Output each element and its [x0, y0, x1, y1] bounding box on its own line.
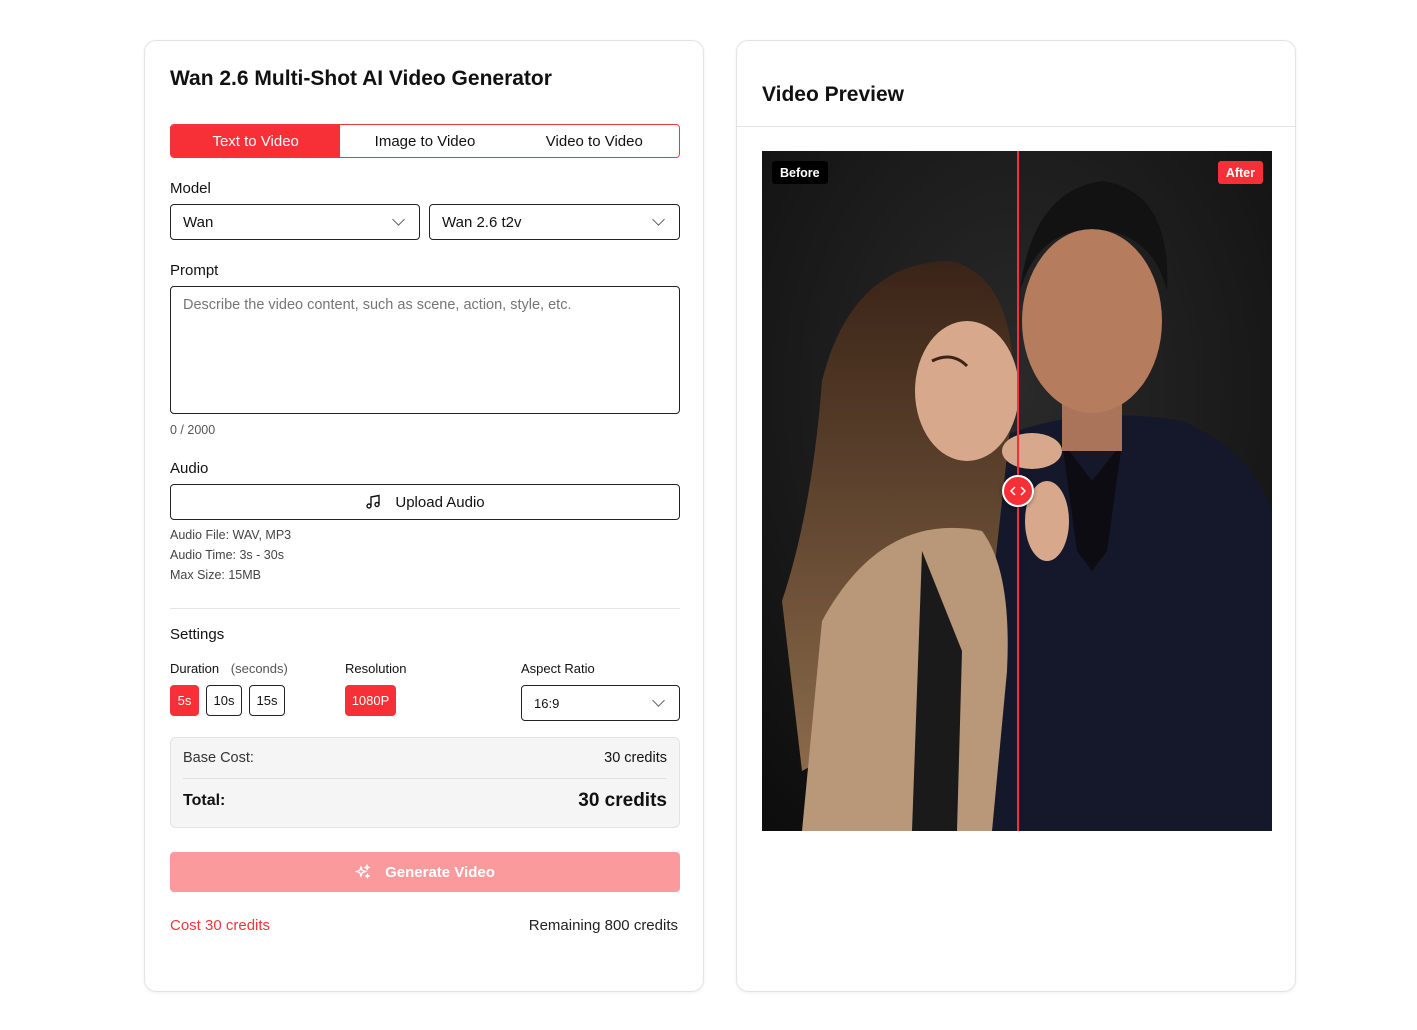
- music-note-icon: [366, 494, 381, 509]
- compare-slider-handle[interactable]: [1002, 475, 1034, 507]
- page-title: Wan 2.6 Multi-Shot AI Video Generator: [170, 67, 552, 90]
- duration-label-text: Duration: [170, 661, 220, 676]
- base-cost-label: Base Cost:: [183, 750, 254, 766]
- prompt-label: Prompt: [170, 262, 219, 279]
- aspect-ratio-label: Aspect Ratio: [521, 661, 595, 676]
- upload-audio-button[interactable]: Upload Audio: [170, 484, 680, 520]
- sparkles-icon: [355, 864, 371, 879]
- audio-hint-size: Max Size: 15MB: [170, 568, 262, 582]
- remaining-credits: Remaining 800 credits: [528, 917, 678, 934]
- generator-panel: Wan 2.6 Multi-Shot AI Video Generator Te…: [144, 40, 704, 992]
- cost-summary: Base Cost: 30 credits Total: 30 credits: [170, 737, 680, 828]
- before-after-preview[interactable]: Before After: [762, 151, 1272, 831]
- model-family-value: Wan: [183, 213, 214, 231]
- resolution-label: Resolution: [345, 661, 407, 676]
- left-right-arrows-icon: [1010, 486, 1026, 496]
- before-badge: Before: [772, 161, 828, 184]
- preview-title: Video Preview: [762, 83, 905, 106]
- audio-hint-format: Audio File: WAV, MP3: [170, 528, 292, 542]
- preview-divider: [737, 126, 1295, 127]
- duration-label: Duration (seconds): [170, 661, 288, 676]
- cost-divider: [183, 778, 667, 779]
- aspect-ratio-value: 16:9: [534, 695, 560, 711]
- tab-image-to-video[interactable]: Image to Video: [340, 125, 510, 157]
- generate-video-label: Generate Video: [385, 863, 495, 881]
- generate-video-button[interactable]: Generate Video: [170, 852, 680, 892]
- chevron-down-icon: [652, 213, 665, 226]
- upload-audio-label: Upload Audio: [395, 493, 485, 511]
- base-cost-value: 30 credits: [604, 750, 667, 766]
- tab-text-to-video[interactable]: Text to Video: [171, 125, 341, 157]
- duration-unit: (seconds): [230, 661, 288, 676]
- duration-option-5s[interactable]: 5s: [170, 685, 199, 716]
- preview-panel: Video Preview Before After: [736, 40, 1296, 992]
- chevron-down-icon: [392, 213, 405, 226]
- prompt-input[interactable]: [170, 286, 680, 414]
- model-version-value: Wan 2.6 t2v: [442, 213, 522, 231]
- audio-label: Audio: [170, 460, 209, 477]
- model-version-select[interactable]: Wan 2.6 t2v: [429, 204, 680, 240]
- model-family-select[interactable]: Wan: [170, 204, 420, 240]
- audio-hint-duration: Audio Time: 3s - 30s: [170, 548, 284, 562]
- prompt-char-counter: 0 / 2000: [170, 423, 216, 437]
- duration-option-15s[interactable]: 15s: [249, 685, 285, 716]
- mode-tabs: Text to Video Image to Video Video to Vi…: [170, 124, 680, 158]
- after-badge: After: [1217, 161, 1263, 184]
- chevron-down-icon: [652, 694, 665, 707]
- aspect-ratio-select[interactable]: 16:9: [521, 685, 680, 721]
- settings-heading: Settings: [170, 626, 225, 643]
- total-label: Total:: [183, 792, 226, 809]
- resolution-option-1080p[interactable]: 1080P: [345, 685, 396, 716]
- model-label: Model: [170, 180, 211, 197]
- cost-note: Cost 30 credits: [170, 917, 271, 934]
- section-divider: [170, 608, 680, 609]
- tab-video-to-video[interactable]: Video to Video: [509, 125, 679, 157]
- total-value: 30 credits: [578, 790, 667, 811]
- duration-option-10s[interactable]: 10s: [206, 685, 242, 716]
